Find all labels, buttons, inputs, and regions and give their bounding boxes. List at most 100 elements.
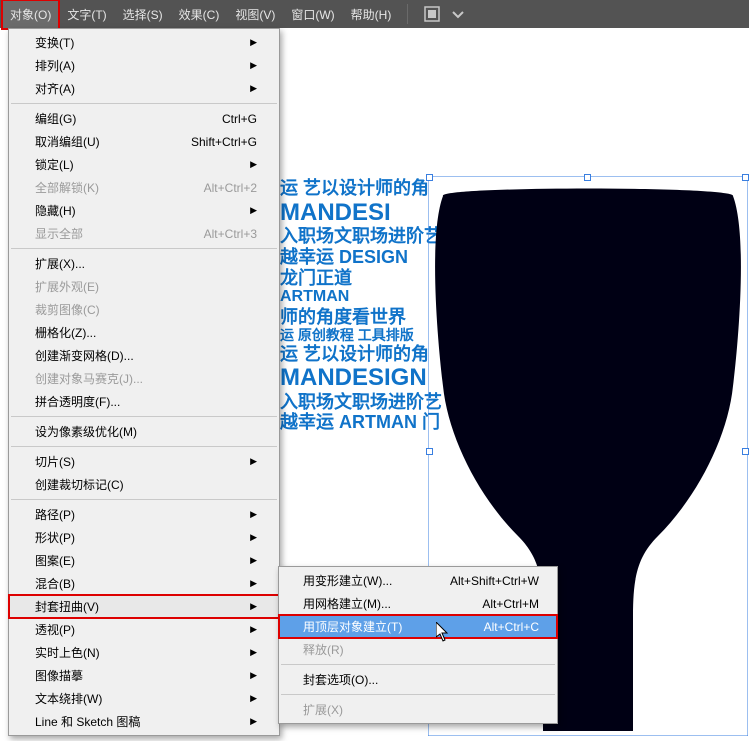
menu-item-label: 排列(A) [35,57,75,74]
menu-divider [281,694,555,695]
submenu-item[interactable]: 用网格建立(M)...Alt+Ctrl+M [279,592,557,615]
submenu-arrow-icon: ▶ [250,624,257,635]
menu-item[interactable]: 创建渐变网格(D)... [9,344,279,367]
menu-divider [11,248,277,249]
menu-item[interactable]: 栅格化(Z)... [9,321,279,344]
menu-help[interactable]: 帮助(H) [343,0,400,29]
submenu-item[interactable]: 用顶层对象建立(T) Alt+Ctrl+C [279,615,557,638]
menu-item-label: 设为像素级优化(M) [35,423,137,440]
menu-shortcut: Alt+Ctrl+2 [180,181,257,195]
menu-item[interactable]: 对齐(A) ▶ [9,77,279,100]
menu-item[interactable]: 创建裁切标记(C) [9,473,279,496]
menu-divider [11,103,277,104]
menu-item: 扩展外观(E) [9,275,279,298]
mouse-cursor [436,622,450,647]
menu-item[interactable]: 图案(E)▶ [9,549,279,572]
submenu-arrow-icon: ▶ [250,532,257,543]
menu-item[interactable]: Line 和 Sketch 图稿 ▶ [9,710,279,733]
menu-shortcut: Ctrl+G [198,112,257,126]
menu-item[interactable]: 排列(A)▶ [9,54,279,77]
submenu-arrow-icon: ▶ [250,83,257,94]
menu-shortcut: Alt+Shift+Ctrl+W [426,574,539,588]
selection-handle[interactable] [426,448,433,455]
submenu-item-label: 扩展(X) [303,701,343,718]
menu-item: 创建对象马赛克(J)... [9,367,279,390]
submenu-item: 释放(R) [279,638,557,661]
menubar-separator [407,4,408,24]
menu-divider [11,416,277,417]
menu-item-label: 图像描摹 [35,667,83,684]
menu-item-label: 混合(B) [35,575,75,592]
object-menu-dropdown: 变换(T)▶排列(A)▶对齐(A)▶编组(G)Ctrl+G取消编组(U)Shif… [8,28,280,736]
menu-item[interactable]: 锁定(L)▶ [9,153,279,176]
menu-item[interactable]: 形状(P)▶ [9,526,279,549]
menu-item[interactable]: 混合(B) ▶ [9,572,279,595]
menu-item-label: 图案(E) [35,552,75,569]
menu-type[interactable]: 文字(T) [59,0,114,29]
menu-item[interactable]: 文本绕排(W) ▶ [9,687,279,710]
menu-window[interactable]: 窗口(W) [283,0,342,29]
menu-item[interactable]: 扩展(X)... [9,252,279,275]
menu-item-label: 文本绕排(W) [35,690,102,707]
menu-item-label: Line 和 Sketch 图稿 [35,713,140,730]
submenu-arrow-icon: ▶ [250,205,257,216]
selection-handle[interactable] [584,174,591,181]
menu-item-label: 透视(P) [35,621,75,638]
menu-item[interactable]: 实时上色(N)▶ [9,641,279,664]
menu-item-label: 对齐(A) [35,80,75,97]
menu-view[interactable]: 视图(V) [227,0,283,29]
menu-divider [281,664,555,665]
menu-select[interactable]: 选择(S) [115,0,171,29]
menu-item-label: 裁剪图像(C) [35,301,100,318]
submenu-arrow-icon: ▶ [250,670,257,681]
menu-item-label: 创建渐变网格(D)... [35,347,134,364]
menu-item: 显示全部Alt+Ctrl+3 [9,222,279,245]
menu-item-label: 拼合透明度(F)... [35,393,120,410]
menu-item[interactable]: 封套扭曲(V)▶ [9,595,279,618]
gpu-preview-icon[interactable] [422,4,442,24]
chevron-down-icon[interactable] [448,4,468,24]
selection-handle[interactable] [742,174,749,181]
menu-item[interactable]: 取消编组(U) Shift+Ctrl+G [9,130,279,153]
submenu-arrow-icon: ▶ [250,647,257,658]
menu-item: 裁剪图像(C) [9,298,279,321]
menu-item-label: 创建裁切标记(C) [35,476,124,493]
menu-item[interactable]: 编组(G)Ctrl+G [9,107,279,130]
selection-handle[interactable] [426,174,433,181]
envelope-distort-submenu: 用变形建立(W)... Alt+Shift+Ctrl+W 用网格建立(M)...Al… [278,566,558,724]
menu-item-label: 扩展外观(E) [35,278,99,295]
submenu-arrow-icon: ▶ [250,456,257,467]
submenu-item-label: 释放(R) [303,641,344,658]
menu-item[interactable]: 隐藏(H) ▶ [9,199,279,222]
submenu-item[interactable]: 封套选项(O)... [279,668,557,691]
menu-item-label: 变换(T) [35,34,74,51]
menu-object[interactable]: 对象(O) [2,0,59,29]
menu-shortcut: Alt+Ctrl+M [458,597,539,611]
submenu-item-label: 封套选项(O)... [303,671,378,688]
menu-item-label: 扩展(X)... [35,255,85,272]
submenu-arrow-icon: ▶ [250,37,257,48]
menu-item[interactable]: 路径(P)▶ [9,503,279,526]
menu-shortcut: Alt+Ctrl+3 [180,227,257,241]
menu-shortcut: Shift+Ctrl+G [167,135,257,149]
menu-item[interactable]: 图像描摹 ▶ [9,664,279,687]
submenu-arrow-icon: ▶ [250,601,257,612]
menu-divider [11,446,277,447]
menu-item[interactable]: 设为像素级优化(M) [9,420,279,443]
menu-item[interactable]: 切片(S)▶ [9,450,279,473]
menu-shortcut: Alt+Ctrl+C [460,620,539,634]
menu-item[interactable]: 拼合透明度(F)... [9,390,279,413]
selection-handle[interactable] [742,448,749,455]
menu-item-label: 取消编组(U) [35,133,100,150]
menu-item[interactable]: 透视(P) ▶ [9,618,279,641]
submenu-arrow-icon: ▶ [250,693,257,704]
menu-item-label: 隐藏(H) [35,202,76,219]
submenu-item[interactable]: 用变形建立(W)... Alt+Shift+Ctrl+W [279,569,557,592]
menu-effect[interactable]: 效果(C) [171,0,228,29]
submenu-item-label: 用变形建立(W)... [303,572,392,589]
menubar: 对象(O) 文字(T) 选择(S) 效果(C) 视图(V) 窗口(W) 帮助(H… [0,0,749,28]
menu-item[interactable]: 变换(T) ▶ [9,31,279,54]
submenu-item-label: 用顶层对象建立(T) [303,618,402,635]
submenu-arrow-icon: ▶ [250,716,257,727]
submenu-arrow-icon: ▶ [250,578,257,589]
